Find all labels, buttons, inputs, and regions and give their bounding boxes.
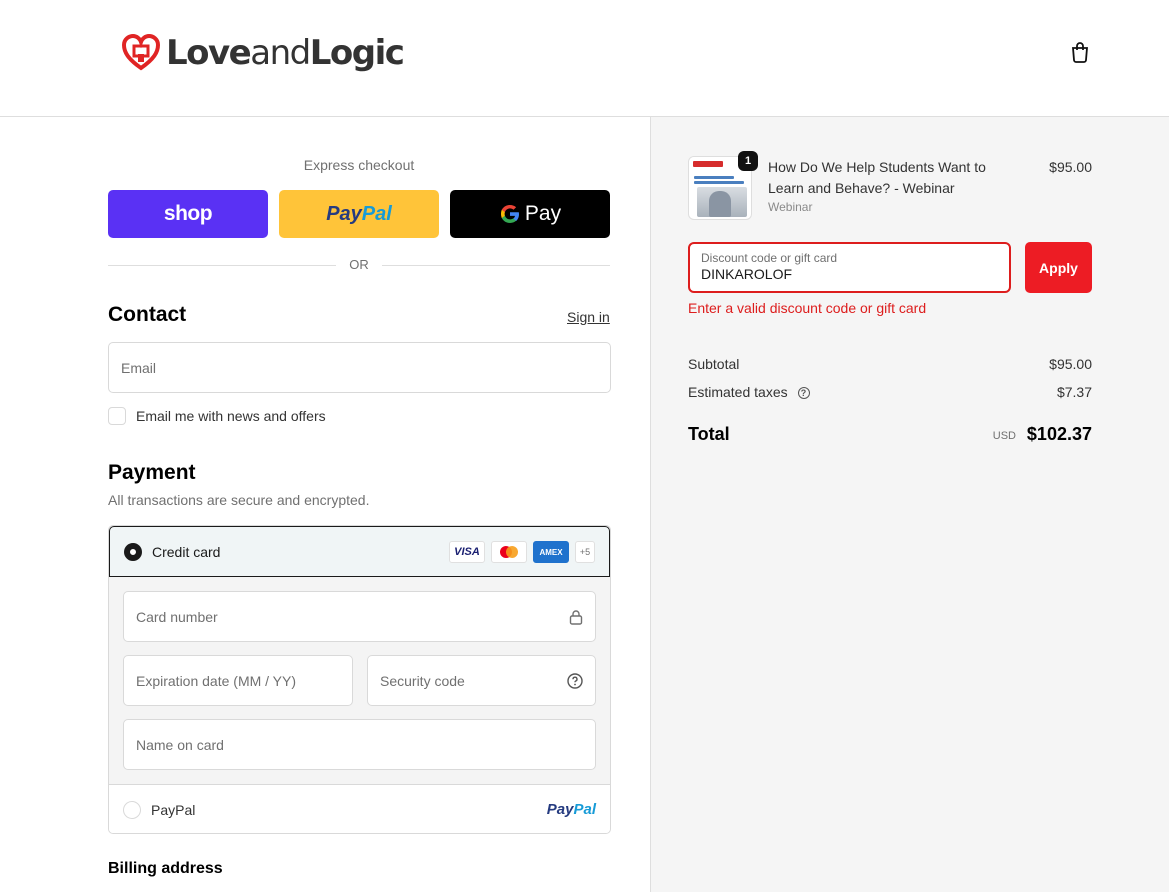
payment-subtitle: All transactions are secure and encrypte… [108, 492, 370, 508]
taxes-label: Estimated taxes [688, 384, 788, 400]
total-value: $102.37 [1026, 424, 1092, 444]
love-and-logic-logo[interactable]: LoveandLogic [122, 30, 405, 76]
quantity-badge: 1 [738, 151, 758, 171]
product-title: How Do We Help Students Want to Learn an… [768, 159, 986, 196]
express-checkout-label: Express checkout [303, 157, 415, 173]
name-on-card-field[interactable]: Name on card [123, 719, 596, 770]
paypal-option-label: PayPal [151, 801, 196, 818]
logo-text: LoveandLogic [166, 33, 405, 73]
taxes-value: $7.37 [1056, 384, 1092, 400]
google-pay-button[interactable]: Pay [450, 190, 610, 238]
product-variant: Webinar [768, 200, 813, 214]
payment-methods: Credit card VISA AMEX +5 Card number Exp… [108, 525, 611, 834]
discount-error: Enter a valid discount code or gift card [688, 300, 927, 316]
product-price: $95.00 [1049, 159, 1092, 175]
paypal-option[interactable]: PayPal PayPal [109, 784, 610, 833]
news-checkbox[interactable] [108, 407, 126, 425]
security-code-field[interactable]: Security code [367, 655, 596, 706]
card-brands: VISA AMEX +5 [449, 541, 595, 563]
discount-label: Discount code or gift card [701, 251, 838, 265]
paypal-radio[interactable] [123, 800, 141, 819]
more-brands-badge: +5 [575, 541, 595, 563]
paypal-button[interactable]: PayPal [279, 190, 439, 238]
security-code-placeholder: Security code [380, 672, 465, 689]
expiry-placeholder: Expiration date (MM / YY) [136, 672, 297, 689]
news-label: Email me with news and offers [136, 408, 326, 424]
news-opt-in[interactable]: Email me with news and offers [108, 407, 326, 425]
name-on-card-placeholder: Name on card [136, 736, 224, 753]
total-currency: USD [992, 430, 1016, 442]
apply-button[interactable]: Apply [1025, 242, 1092, 293]
card-number-field[interactable]: Card number [123, 591, 596, 642]
taxes-row: Estimated taxes ? [688, 384, 810, 400]
lock-icon [569, 609, 583, 625]
mastercard-icon [491, 541, 527, 563]
or-label: OR [336, 257, 382, 272]
card-number-placeholder: Card number [136, 608, 218, 625]
total-label: Total [688, 424, 730, 444]
expiry-field[interactable]: Expiration date (MM / YY) [123, 655, 353, 706]
help-circle-icon[interactable] [567, 672, 583, 689]
payment-heading: Payment [108, 461, 196, 484]
heart-logo-icon [122, 34, 160, 71]
credit-card-label: Credit card [152, 543, 221, 560]
email-placeholder: Email [121, 359, 157, 376]
contact-heading: Contact [108, 303, 187, 326]
shopping-bag-icon[interactable] [1068, 40, 1092, 64]
order-summary-panel [650, 117, 1169, 892]
visa-icon: VISA [449, 541, 485, 563]
discount-code-field[interactable]: Discount code or gift card DINKAROLOF [688, 242, 1011, 293]
header: LoveandLogic [0, 0, 1169, 117]
subtotal-label: Subtotal [688, 356, 740, 372]
sign-in-link[interactable]: Sign in [567, 309, 610, 325]
credit-card-radio[interactable] [124, 542, 142, 561]
discount-value: DINKAROLOF [701, 266, 793, 282]
credit-card-option[interactable]: Credit card VISA AMEX +5 [109, 526, 610, 577]
email-field[interactable]: Email [108, 342, 611, 393]
taxes-help-icon[interactable]: ? [797, 387, 810, 400]
amex-icon: AMEX [533, 541, 569, 563]
subtotal-value: $95.00 [1049, 356, 1092, 372]
billing-address-heading: Billing address [108, 860, 223, 877]
paypal-logo-icon: PayPal [546, 801, 596, 818]
google-g-icon [500, 205, 519, 223]
shop-pay-button[interactable]: shop [108, 190, 268, 238]
